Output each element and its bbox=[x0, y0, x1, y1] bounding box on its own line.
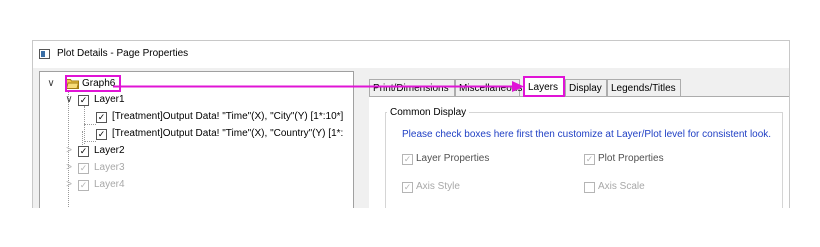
layer1-checkbox[interactable]: ✓ bbox=[78, 95, 89, 106]
layer2-checkbox[interactable]: ✓ bbox=[78, 146, 89, 157]
axis-style-checkbox[interactable]: ✓ bbox=[402, 181, 413, 193]
layer3-checkbox[interactable]: ✓ bbox=[78, 163, 89, 174]
tree-item-label: Layer4 bbox=[94, 179, 125, 190]
window-icon bbox=[39, 49, 50, 59]
plot-details-window: Plot Details - Page Properties ∨ Graph6 … bbox=[32, 40, 790, 208]
properties-pane: Print/Dimensions Miscellaneous Display L… bbox=[369, 71, 789, 208]
tab-miscellaneous[interactable]: Miscellaneous bbox=[455, 79, 522, 96]
tree-view[interactable]: ∨ Graph6 ∨ ✓ Layer1 ✓ [Treatment]Output … bbox=[39, 71, 354, 208]
tab-layers[interactable]: Layers bbox=[523, 76, 565, 97]
tree-item-label: Layer3 bbox=[94, 162, 125, 173]
graph6-highlight bbox=[65, 75, 121, 92]
tree-item-plot-city[interactable]: ✓ [Treatment]Output Data! "Time"(X), "Ci… bbox=[94, 109, 353, 125]
expand-icon[interactable]: > bbox=[64, 177, 74, 193]
title-bar: Plot Details - Page Properties bbox=[33, 41, 789, 68]
collapse-icon[interactable]: ∨ bbox=[46, 76, 56, 92]
tree-item-layer3[interactable]: > ✓ Layer3 bbox=[58, 160, 258, 176]
expand-icon[interactable]: > bbox=[64, 160, 74, 176]
tree-connector bbox=[84, 106, 85, 144]
option-label: Axis Style bbox=[416, 181, 460, 192]
tree-item-plot-country[interactable]: ✓ [Treatment]Output Data! "Time"(X), "Co… bbox=[94, 126, 353, 142]
tree-item-label: Layer2 bbox=[94, 145, 125, 156]
option-axis-scale[interactable]: Axis Scale bbox=[584, 181, 645, 194]
tree-item-label: Layer1 bbox=[94, 94, 125, 105]
info-text: Please check boxes here first then custo… bbox=[402, 129, 772, 140]
axis-scale-checkbox[interactable] bbox=[584, 181, 595, 193]
tree-item-label: [Treatment]Output Data! "Time"(X), "City… bbox=[112, 111, 344, 122]
tree-item-layer4[interactable]: > ✓ Layer4 bbox=[58, 177, 258, 193]
expand-icon[interactable]: > bbox=[64, 143, 74, 159]
tab-legends-titles[interactable]: Legends/Titles bbox=[607, 79, 681, 96]
option-layer-properties[interactable]: ✓ Layer Properties bbox=[402, 153, 489, 166]
tree-item-label: [Treatment]Output Data! "Time"(X), "Coun… bbox=[112, 128, 344, 139]
option-plot-properties[interactable]: ✓ Plot Properties bbox=[584, 153, 664, 166]
option-label: Layer Properties bbox=[416, 153, 490, 164]
plot-properties-checkbox[interactable]: ✓ bbox=[584, 153, 595, 165]
common-display-label: Common Display bbox=[387, 107, 470, 118]
window-title: Plot Details - Page Properties bbox=[57, 48, 189, 59]
plot-city-checkbox[interactable]: ✓ bbox=[96, 112, 107, 123]
tab-display[interactable]: Display bbox=[565, 79, 607, 96]
layer-properties-checkbox[interactable]: ✓ bbox=[402, 153, 413, 165]
tab-print-dimensions[interactable]: Print/Dimensions bbox=[369, 79, 455, 96]
layer4-checkbox[interactable]: ✓ bbox=[78, 180, 89, 191]
tree-item-layer1[interactable]: ∨ ✓ Layer1 bbox=[58, 92, 338, 108]
plot-country-checkbox[interactable]: ✓ bbox=[96, 129, 107, 140]
option-label: Axis Scale bbox=[598, 181, 645, 192]
option-axis-style[interactable]: ✓ Axis Style bbox=[402, 181, 460, 194]
option-label: Plot Properties bbox=[598, 153, 664, 164]
tree-item-layer2[interactable]: > ✓ Layer2 bbox=[58, 143, 258, 159]
collapse-icon[interactable]: ∨ bbox=[64, 92, 74, 108]
tab-page: Common Display Please check boxes here f… bbox=[369, 97, 789, 208]
